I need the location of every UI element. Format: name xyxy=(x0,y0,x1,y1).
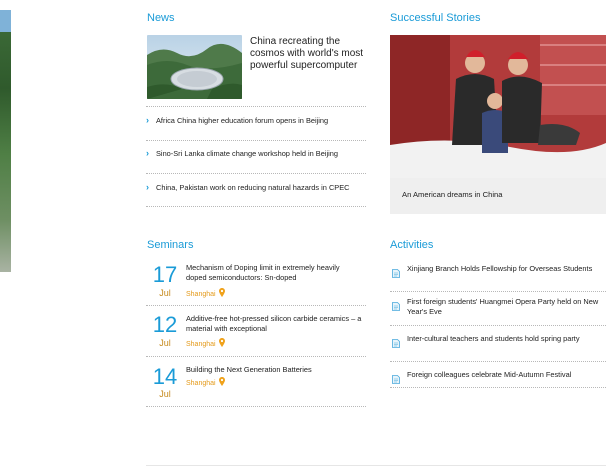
document-icon xyxy=(392,298,400,311)
news-item[interactable]: › Sino-Sri Lanka climate change workshop… xyxy=(146,140,366,173)
seminar-title[interactable]: Additive-free hot-pressed silicon carbid… xyxy=(186,314,362,333)
seminar-location: Shanghai xyxy=(186,288,225,299)
location-pin-icon xyxy=(218,377,225,388)
activity-title[interactable]: Xinjiang Branch Holds Fellowship for Ove… xyxy=(407,264,606,274)
seminar-location: Shanghai xyxy=(186,377,225,388)
story-caption[interactable]: An American dreams in China xyxy=(402,190,502,199)
seminar-day: 12 xyxy=(152,312,178,337)
story-image[interactable] xyxy=(390,35,606,178)
activity-divider xyxy=(390,387,606,388)
footer-divider xyxy=(146,465,606,466)
activity-divider xyxy=(390,291,606,292)
location-pin-icon xyxy=(218,338,225,349)
seminar-title[interactable]: Mechanism of Doping limit in extremely h… xyxy=(186,263,362,282)
seminars-heading[interactable]: Seminars xyxy=(147,239,193,252)
location-pin-icon xyxy=(218,288,225,299)
chevron-right-icon: › xyxy=(146,148,149,158)
left-banner-image[interactable] xyxy=(0,10,11,272)
activity-divider xyxy=(390,325,606,326)
seminar-divider xyxy=(146,305,366,306)
activity-divider xyxy=(390,361,606,362)
news-item[interactable]: › China, Pakistan work on reducing natur… xyxy=(146,173,366,207)
activities-heading[interactable]: Activities xyxy=(390,239,433,252)
seminar-month: Jul xyxy=(159,389,171,399)
successful-stories-heading[interactable]: Successful Stories xyxy=(390,12,480,25)
document-icon xyxy=(392,265,400,278)
document-icon xyxy=(392,371,400,384)
seminar-day: 14 xyxy=(152,364,178,389)
chevron-right-icon: › xyxy=(146,182,149,192)
seminar-day: 17 xyxy=(152,262,178,287)
seminar-location: Shanghai xyxy=(186,338,225,349)
seminar-title[interactable]: Building the Next Generation Batteries xyxy=(186,365,362,375)
news-featured-image[interactable] xyxy=(147,35,242,99)
document-icon xyxy=(392,335,400,348)
activity-title[interactable]: Inter-cultural teachers and students hol… xyxy=(407,334,606,344)
seminar-divider xyxy=(146,356,366,357)
news-item[interactable]: › Africa China higher education forum op… xyxy=(146,106,366,140)
activity-title[interactable]: First foreign students' Huangmei Opera P… xyxy=(407,297,606,316)
seminar-month: Jul xyxy=(159,338,171,348)
seminar-month: Jul xyxy=(159,288,171,298)
seminar-divider xyxy=(146,406,366,407)
chevron-right-icon: › xyxy=(146,115,149,125)
activity-title[interactable]: Foreign colleagues celebrate Mid-Autumn … xyxy=(407,370,606,380)
news-featured-title[interactable]: China recreating the cosmos with world's… xyxy=(250,36,368,72)
news-heading[interactable]: News xyxy=(147,12,175,25)
news-list: › Africa China higher education forum op… xyxy=(146,106,366,207)
